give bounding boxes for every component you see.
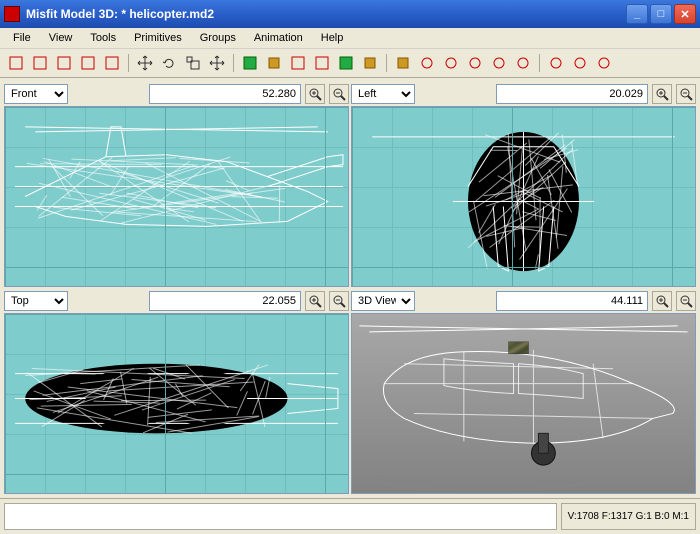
scale-button[interactable] [183,53,203,73]
viewport-mode-select[interactable]: FrontBackLeftRightTopBottom3D View [351,291,415,311]
menu-help[interactable]: Help [314,30,351,46]
select-polygon-button[interactable] [102,53,122,73]
viewport-mode-select[interactable]: FrontBackLeftRightTopBottom3D View [4,84,68,104]
toolbar-separator [233,54,234,72]
bool-add-button[interactable] [336,53,356,73]
zoom-out-button[interactable] [329,84,349,104]
weld-button[interactable] [513,53,533,73]
zoom-in-button[interactable] [652,84,672,104]
viewport-front: FrontBackLeftRightTopBottom3D View [4,82,349,287]
menu-file[interactable]: File [6,30,38,46]
rect-sel-button[interactable] [441,53,461,73]
status-message [4,503,557,530]
zoom-out-button[interactable] [676,291,696,311]
rotate-button[interactable] [159,53,179,73]
toolbar [0,49,700,78]
minimize-button[interactable]: _ [626,4,648,24]
viewport-canvas[interactable] [351,106,696,287]
select-none-button[interactable] [594,53,614,73]
menu-animation[interactable]: Animation [247,30,310,46]
menu-primitives[interactable]: Primitives [127,30,189,46]
viewports: FrontBackLeftRightTopBottom3D View FrontB… [0,78,700,498]
menu-tools[interactable]: Tools [83,30,123,46]
viewport-zoom-value[interactable] [496,291,648,311]
zoom-out-button[interactable] [329,291,349,311]
unweld-button[interactable] [546,53,566,73]
toolbar-separator [386,54,387,72]
viewport-zoom-value[interactable] [496,84,648,104]
maximize-button[interactable]: □ [650,4,672,24]
viewport-zoom-value[interactable] [149,84,301,104]
zoom-in-button[interactable] [652,291,672,311]
viewport-mode-select[interactable]: FrontBackLeftRightTopBottom3D View [351,84,415,104]
viewport-mode-select[interactable]: FrontBackLeftRightTopBottom3D View [4,291,68,311]
lathe-button[interactable] [393,53,413,73]
zoom-out-button[interactable] [676,84,696,104]
viewport-canvas[interactable] [4,313,349,494]
cylinder-button[interactable] [264,53,284,73]
app-icon [4,6,20,22]
menu-view[interactable]: View [42,30,80,46]
cube-button[interactable] [240,53,260,73]
select-connected-button[interactable] [54,53,74,73]
viewport-left: FrontBackLeftRightTopBottom3D View [351,82,696,287]
bool-sub-button[interactable] [360,53,380,73]
sphere-button[interactable] [288,53,308,73]
mirror-button[interactable] [489,53,509,73]
extrude-button[interactable] [312,53,332,73]
window-title: Misfit Model 3D: * helicopter.md2 [26,7,626,21]
menu-groups[interactable]: Groups [193,30,243,46]
lasso-button[interactable] [465,53,485,73]
viewport-zoom-value[interactable] [149,291,301,311]
circle-sel-button[interactable] [417,53,437,73]
zoom-in-button[interactable] [305,84,325,104]
move-button[interactable] [135,53,155,73]
viewport-3d-view: FrontBackLeftRightTopBottom3D View [351,289,696,494]
zoom-in-button[interactable] [305,291,325,311]
viewport-canvas[interactable] [4,106,349,287]
select-group-button[interactable] [78,53,98,73]
select-face-button[interactable] [30,53,50,73]
select-all-button[interactable] [570,53,590,73]
shear-button[interactable] [207,53,227,73]
menubar: FileViewToolsPrimitivesGroupsAnimationHe… [0,28,700,49]
titlebar: Misfit Model 3D: * helicopter.md2 _ □ ✕ [0,0,700,28]
toolbar-separator [539,54,540,72]
select-vertex-button[interactable] [6,53,26,73]
viewport-top: FrontBackLeftRightTopBottom3D View [4,289,349,494]
statusbar: V:1708 F:1317 G:1 B:0 M:1 [0,498,700,534]
close-button[interactable]: ✕ [674,4,696,24]
stats-display: V:1708 F:1317 G:1 B:0 M:1 [561,503,696,530]
toolbar-separator [128,54,129,72]
viewport-canvas[interactable] [351,313,696,494]
